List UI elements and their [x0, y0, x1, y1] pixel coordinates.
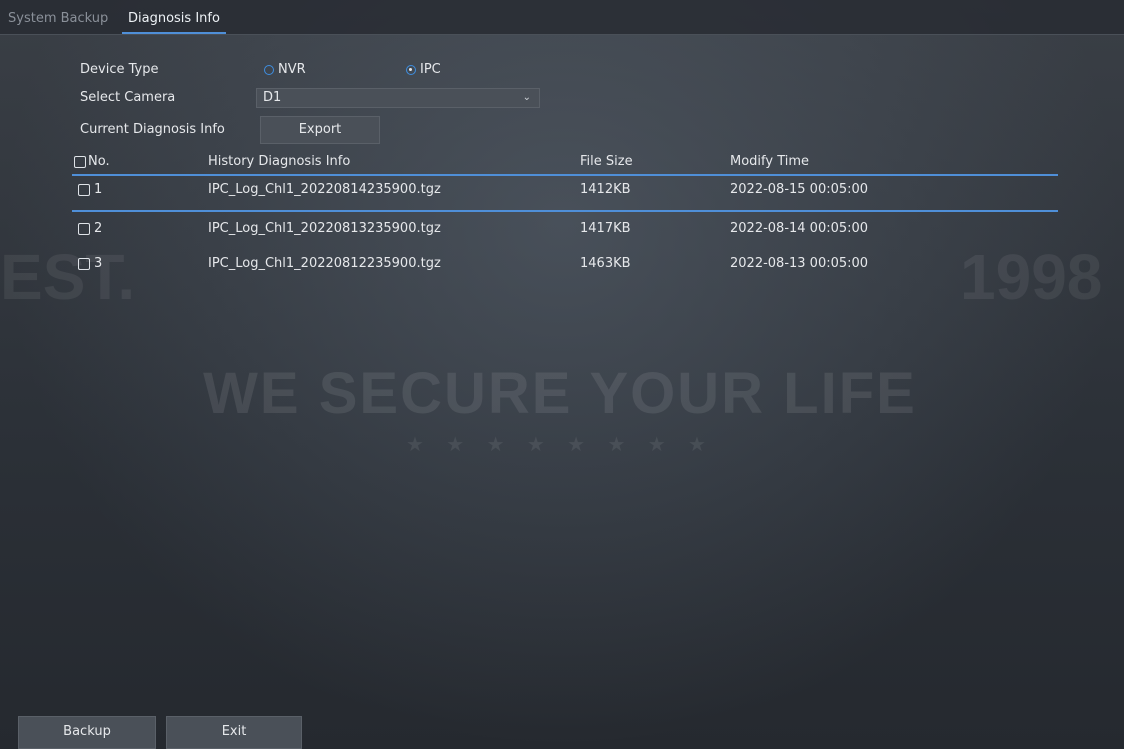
- radio-nvr-label: NVR: [278, 62, 306, 77]
- header-size: File Size: [580, 154, 633, 169]
- row-file: IPC_Log_Chl1_20220812235900.tgz: [208, 256, 441, 271]
- select-camera-label: Select Camera: [80, 90, 176, 105]
- header-history: History Diagnosis Info: [208, 154, 351, 169]
- row-size: 1412KB: [580, 182, 631, 197]
- row-time: 2022-08-14 00:05:00: [730, 221, 869, 236]
- current-diagnosis-label: Current Diagnosis Info: [80, 122, 225, 137]
- table-header: No. History Diagnosis Info File Size Mod…: [72, 150, 1058, 176]
- row-checkbox[interactable]: [78, 258, 90, 270]
- table-row[interactable]: 3 IPC_Log_Chl1_20220812235900.tgz 1463KB…: [72, 250, 1058, 286]
- row-no: 3: [94, 256, 103, 271]
- table-row[interactable]: 1 IPC_Log_Chl1_20220814235900.tgz 1412KB…: [72, 174, 1058, 212]
- exit-button[interactable]: Exit: [166, 716, 302, 749]
- select-all-checkbox[interactable]: [74, 156, 86, 168]
- radio-ipc-label: IPC: [420, 62, 441, 77]
- row-size: 1463KB: [580, 256, 631, 271]
- export-button[interactable]: Export: [260, 116, 380, 144]
- row-no: 1: [94, 182, 103, 197]
- radio-ipc-icon: [406, 64, 416, 75]
- row-time: 2022-08-15 00:05:00: [730, 182, 869, 197]
- watermark-stars: ★ ★ ★ ★ ★ ★ ★ ★: [406, 432, 714, 456]
- row-checkbox[interactable]: [78, 223, 90, 235]
- table-row[interactable]: 2 IPC_Log_Chl1_20220813235900.tgz 1417KB…: [72, 214, 1058, 250]
- tab-system-backup[interactable]: System Backup: [8, 10, 108, 32]
- backup-button[interactable]: Backup: [18, 716, 156, 749]
- camera-select-value: D1: [263, 90, 282, 105]
- watermark-slogan: WE SECURE YOUR LIFE: [203, 361, 917, 426]
- header-no: No.: [88, 154, 110, 169]
- radio-nvr-icon: [264, 64, 274, 75]
- tab-diagnosis-info[interactable]: Diagnosis Info: [122, 10, 226, 34]
- device-type-label: Device Type: [80, 62, 159, 77]
- radio-ipc[interactable]: IPC: [406, 62, 441, 77]
- row-file: IPC_Log_Chl1_20220814235900.tgz: [208, 182, 441, 197]
- chevron-down-icon: ⌄: [522, 92, 531, 103]
- tab-bar: System Backup Diagnosis Info: [0, 0, 1124, 35]
- row-no: 2: [94, 221, 103, 236]
- row-time: 2022-08-13 00:05:00: [730, 256, 869, 271]
- camera-select[interactable]: D1 ⌄: [256, 88, 540, 108]
- row-size: 1417KB: [580, 221, 631, 236]
- row-checkbox[interactable]: [78, 184, 90, 196]
- radio-nvr[interactable]: NVR: [264, 62, 306, 77]
- header-time: Modify Time: [730, 154, 810, 169]
- row-file: IPC_Log_Chl1_20220813235900.tgz: [208, 221, 441, 236]
